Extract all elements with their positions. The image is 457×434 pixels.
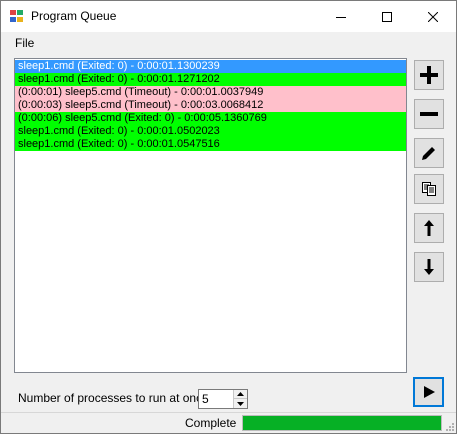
- close-icon: [428, 11, 438, 22]
- app-icon: [10, 10, 24, 23]
- progress-bar: [242, 415, 442, 431]
- list-item[interactable]: (0:00:01) sleep5.cmd (Timeout) - 0:00:01…: [15, 86, 406, 99]
- stepper-up-button[interactable]: [234, 390, 247, 399]
- maximize-icon: [382, 11, 392, 22]
- concurrency-value[interactable]: 5: [202, 392, 209, 406]
- remove-button[interactable]: [414, 99, 444, 129]
- maximize-button[interactable]: [364, 1, 410, 32]
- edit-button[interactable]: [414, 138, 444, 168]
- list-item[interactable]: (0:00:06) sleep5.cmd (Exited: 0) - 0:00:…: [15, 112, 406, 125]
- stepper-down-button[interactable]: [234, 399, 247, 408]
- stepper-buttons: [233, 390, 247, 408]
- run-button[interactable]: [413, 377, 444, 407]
- list-item[interactable]: (0:00:03) sleep5.cmd (Timeout) - 0:00:03…: [15, 99, 406, 112]
- minimize-icon: [336, 16, 346, 18]
- list-item[interactable]: sleep1.cmd (Exited: 0) - 0:00:01.0547516: [15, 138, 406, 151]
- copy-icon: [422, 182, 436, 196]
- list-item[interactable]: sleep1.cmd (Exited: 0) - 0:00:01.1300239: [15, 60, 406, 73]
- concurrency-label: Number of processes to run at once:: [18, 391, 213, 405]
- minimize-button[interactable]: [318, 1, 364, 32]
- list-item[interactable]: sleep1.cmd (Exited: 0) - 0:00:01.1271202: [15, 73, 406, 86]
- chevron-up-icon: [237, 392, 244, 396]
- plus-icon: [420, 66, 438, 84]
- status-bar: Complete: [1, 412, 456, 433]
- status-text: Complete: [185, 416, 237, 430]
- resize-grip-icon[interactable]: [444, 421, 454, 431]
- copy-button[interactable]: [414, 174, 444, 204]
- chevron-down-icon: [237, 401, 244, 406]
- list-item[interactable]: sleep1.cmd (Exited: 0) - 0:00:01.0502023: [15, 125, 406, 138]
- close-button[interactable]: [410, 1, 456, 32]
- queue-listbox[interactable]: sleep1.cmd (Exited: 0) - 0:00:01.1300239…: [14, 58, 407, 373]
- minus-icon: [420, 112, 438, 116]
- arrow-down-icon: [424, 259, 434, 275]
- arrow-up-icon: [424, 220, 434, 236]
- add-button[interactable]: [414, 60, 444, 90]
- pencil-icon: [422, 147, 435, 160]
- move-down-button[interactable]: [414, 252, 444, 282]
- progress-fill: [243, 416, 441, 430]
- menu-bar: File: [1, 32, 456, 54]
- menu-file[interactable]: File: [15, 36, 34, 50]
- program-queue-window: Program Queue File sleep1.cmd (Exited: 0…: [0, 0, 457, 434]
- move-up-button[interactable]: [414, 213, 444, 243]
- title-bar[interactable]: Program Queue: [1, 1, 456, 32]
- concurrency-stepper[interactable]: 5: [198, 389, 248, 409]
- play-icon: [423, 386, 435, 398]
- window-title: Program Queue: [31, 9, 117, 23]
